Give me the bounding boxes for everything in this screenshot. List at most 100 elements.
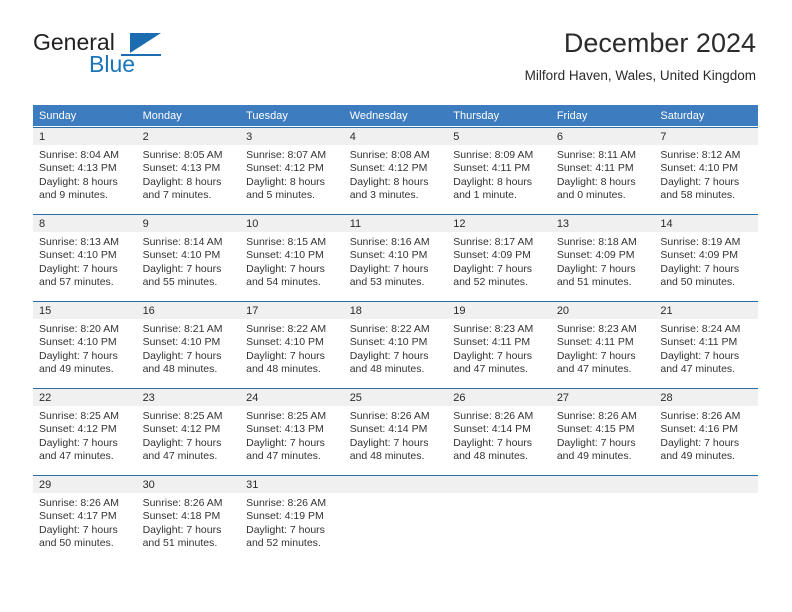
day-cell[interactable]: 2 Sunrise: 8:05 AM Sunset: 4:13 PM Dayli… [136,127,241,213]
day-details: Sunrise: 8:26 AM Sunset: 4:14 PM Dayligh… [344,406,448,463]
day-details: Sunrise: 8:26 AM Sunset: 4:17 PM Dayligh… [33,493,137,550]
day-cell[interactable]: 14 Sunrise: 8:19 AM Sunset: 4:09 PM Dayl… [654,214,758,300]
day-number: 1 [39,131,46,143]
sunrise-text: Sunrise: 8:26 AM [556,410,637,422]
day-cell[interactable]: 20 Sunrise: 8:23 AM Sunset: 4:11 PM Dayl… [550,301,655,387]
day-cell[interactable]: 4 Sunrise: 8:08 AM Sunset: 4:12 PM Dayli… [343,127,448,213]
sunset-text: Sunset: 4:10 PM [39,336,117,349]
calendar-week-row: 29 Sunrise: 8:26 AM Sunset: 4:17 PM Dayl… [33,474,758,561]
day-cell[interactable]: 9 Sunrise: 8:14 AM Sunset: 4:10 PM Dayli… [136,214,241,300]
day-cell[interactable]: 12 Sunrise: 8:17 AM Sunset: 4:09 PM Dayl… [447,214,551,300]
weekday-header-sunday: Sunday [33,105,137,127]
day-cell[interactable]: 31 Sunrise: 8:26 AM Sunset: 4:19 PM Dayl… [240,475,344,561]
day-cell[interactable]: 26 Sunrise: 8:26 AM Sunset: 4:14 PM Dayl… [447,388,551,474]
day-details: Sunrise: 8:18 AM Sunset: 4:09 PM Dayligh… [551,232,655,289]
day-number: 9 [142,218,149,230]
day-cell[interactable]: 7 Sunrise: 8:12 AM Sunset: 4:10 PM Dayli… [654,127,758,213]
sunset-text: Sunset: 4:14 PM [453,423,531,436]
day-cell[interactable]: 6 Sunrise: 8:11 AM Sunset: 4:11 PM Dayli… [550,127,655,213]
day-cell-empty [343,475,448,561]
daylight-text-line1: Daylight: 8 hours [246,175,325,188]
day-cell[interactable]: 13 Sunrise: 8:18 AM Sunset: 4:09 PM Dayl… [550,214,655,300]
day-details: Sunrise: 8:26 AM Sunset: 4:16 PM Dayligh… [654,406,758,463]
day-cell[interactable]: 15 Sunrise: 8:20 AM Sunset: 4:10 PM Dayl… [33,301,137,387]
day-cell-empty [654,475,758,561]
day-cell[interactable]: 17 Sunrise: 8:22 AM Sunset: 4:10 PM Dayl… [240,301,344,387]
daylight-text-line2: and 48 minutes. [142,362,218,375]
sunset-text: Sunset: 4:10 PM [349,249,428,262]
sunrise-text: Sunrise: 8:20 AM [39,323,119,335]
daylight-text-line1: Daylight: 7 hours [556,349,636,362]
day-details: Sunrise: 8:24 AM Sunset: 4:11 PM Dayligh… [654,319,758,376]
daylight-text-line2: and 52 minutes. [246,536,321,549]
sunset-text: Sunset: 4:10 PM [660,162,739,175]
day-details: Sunrise: 8:22 AM Sunset: 4:10 PM Dayligh… [344,319,448,376]
day-number: 25 [349,392,362,404]
day-cell[interactable]: 1 Sunrise: 8:04 AM Sunset: 4:13 PM Dayli… [33,127,137,213]
day-cell[interactable]: 25 Sunrise: 8:26 AM Sunset: 4:14 PM Dayl… [343,388,448,474]
calendar-week-row: 1 Sunrise: 8:04 AM Sunset: 4:13 PM Dayli… [33,126,758,214]
sunrise-text: Sunrise: 8:07 AM [246,149,327,161]
day-number: 4 [349,131,356,143]
day-cell[interactable]: 24 Sunrise: 8:25 AM Sunset: 4:13 PM Dayl… [240,388,344,474]
day-cell[interactable]: 5 Sunrise: 8:09 AM Sunset: 4:11 PM Dayli… [447,127,551,213]
weekday-header-saturday: Saturday [654,105,758,127]
page-header: General Blue December 2024 Milford Haven… [0,0,792,83]
daylight-text-line1: Daylight: 8 hours [453,175,533,188]
daylight-text-line2: and 53 minutes. [349,275,425,288]
daylight-text-line1: Daylight: 7 hours [556,436,636,449]
day-cell[interactable]: 21 Sunrise: 8:24 AM Sunset: 4:11 PM Dayl… [654,301,758,387]
sunrise-text: Sunrise: 8:15 AM [246,236,327,248]
brand-logo[interactable]: General Blue [33,29,213,77]
day-number: 7 [660,131,667,143]
sunset-text: Sunset: 4:09 PM [556,249,635,262]
day-number: 20 [556,305,570,317]
day-number: 8 [39,218,46,230]
daylight-text-line2: and 47 minutes. [39,449,114,462]
daylight-text-line2: and 47 minutes. [660,362,736,375]
daylight-text-line1: Daylight: 7 hours [453,349,533,362]
day-cell[interactable]: 19 Sunrise: 8:23 AM Sunset: 4:11 PM Dayl… [447,301,551,387]
day-cell[interactable]: 27 Sunrise: 8:26 AM Sunset: 4:15 PM Dayl… [550,388,655,474]
title-block: December 2024 Milford Haven, Wales, Unit… [525,26,756,86]
sunset-text: Sunset: 4:19 PM [246,510,324,523]
sunrise-text: Sunrise: 8:23 AM [556,323,637,335]
daylight-text-line2: and 52 minutes. [453,275,528,288]
day-cell[interactable]: 28 Sunrise: 8:26 AM Sunset: 4:16 PM Dayl… [654,388,758,474]
sunset-text: Sunset: 4:10 PM [39,249,117,262]
calendar-grid: Sunday Monday Tuesday Wednesday Thursday… [33,105,758,561]
day-cell[interactable]: 16 Sunrise: 8:21 AM Sunset: 4:10 PM Dayl… [136,301,241,387]
day-details: Sunrise: 8:20 AM Sunset: 4:10 PM Dayligh… [33,319,137,376]
location-subtitle: Milford Haven, Wales, United Kingdom [524,68,756,83]
day-number: 13 [556,218,570,230]
day-cell[interactable]: 11 Sunrise: 8:16 AM Sunset: 4:10 PM Dayl… [343,214,448,300]
daylight-text-line1: Daylight: 7 hours [453,436,533,449]
daylight-text-line1: Daylight: 7 hours [39,523,118,536]
sunrise-text: Sunrise: 8:17 AM [453,236,534,248]
sunset-text: Sunset: 4:11 PM [660,336,738,349]
day-cell[interactable]: 23 Sunrise: 8:25 AM Sunset: 4:12 PM Dayl… [136,388,241,474]
day-number: 12 [453,218,466,230]
day-details: Sunrise: 8:17 AM Sunset: 4:09 PM Dayligh… [447,232,551,289]
day-cell[interactable]: 22 Sunrise: 8:25 AM Sunset: 4:12 PM Dayl… [33,388,137,474]
day-cell[interactable]: 29 Sunrise: 8:26 AM Sunset: 4:17 PM Dayl… [33,475,137,561]
sunset-text: Sunset: 4:11 PM [453,162,531,175]
daylight-text-line1: Daylight: 7 hours [349,436,429,449]
day-number: 27 [556,392,570,404]
day-number: 17 [246,305,259,317]
daylight-text-line2: and 49 minutes. [39,362,114,375]
day-number: 29 [39,479,52,491]
day-cell[interactable]: 3 Sunrise: 8:07 AM Sunset: 4:12 PM Dayli… [240,127,344,213]
day-cell[interactable]: 8 Sunrise: 8:13 AM Sunset: 4:10 PM Dayli… [33,214,137,300]
day-cell[interactable]: 30 Sunrise: 8:26 AM Sunset: 4:18 PM Dayl… [136,475,241,561]
day-cell[interactable]: 10 Sunrise: 8:15 AM Sunset: 4:10 PM Dayl… [240,214,344,300]
sunset-text: Sunset: 4:10 PM [246,336,324,349]
sunrise-text: Sunrise: 8:16 AM [349,236,430,248]
sunset-text: Sunset: 4:17 PM [39,510,117,523]
sunset-text: Sunset: 4:10 PM [349,336,428,349]
day-number: 16 [142,305,155,317]
daylight-text-line1: Daylight: 7 hours [349,349,429,362]
daylight-text-line1: Daylight: 7 hours [660,349,740,362]
day-cell[interactable]: 18 Sunrise: 8:22 AM Sunset: 4:10 PM Dayl… [343,301,448,387]
sunset-text: Sunset: 4:10 PM [142,336,221,349]
